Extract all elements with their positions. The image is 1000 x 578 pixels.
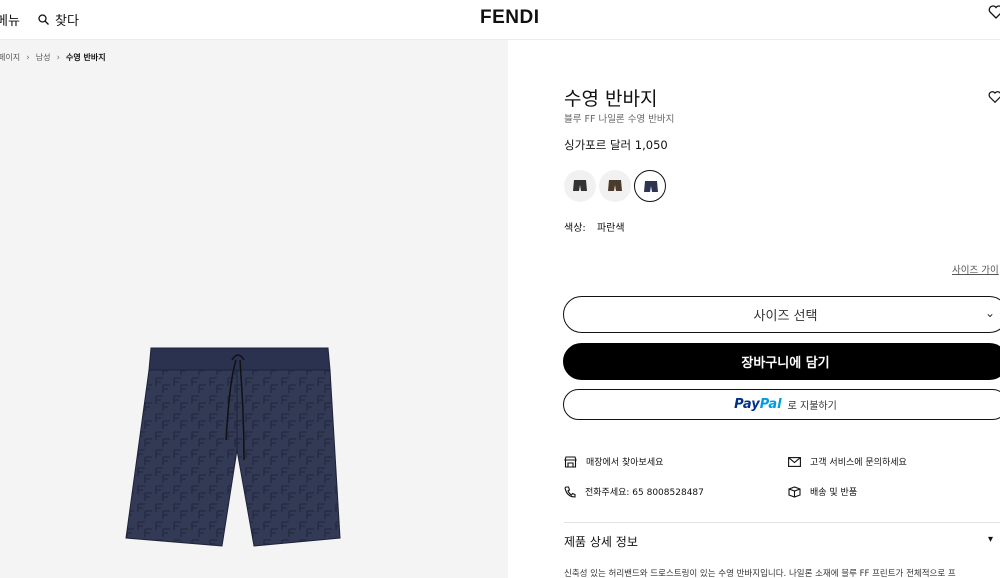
shipping-returns-link[interactable]: 배송 및 반품 [788,485,857,498]
brand-logo[interactable]: FENDI [480,7,540,29]
swatch-blue-selected[interactable] [634,170,666,202]
paypal-logo: PayPal [734,397,782,412]
phone-contact-link[interactable]: 전화주세요: 65 8008528487 [564,485,704,498]
chevron-down-icon: ⌄ [984,306,995,320]
store-icon [564,455,577,468]
shorts-thumbnail-icon [644,181,658,192]
paypal-label: 로 지불하기 [787,401,837,412]
search-icon [38,14,49,25]
product-details-text: 신축성 있는 허리밴드와 드로스트링이 있는 수영 반바지입니다. 나일론 소재… [564,569,956,578]
search-button[interactable]: 찾다 [38,10,79,29]
chevron-right-icon: › [26,52,30,63]
color-label: 색상: [564,223,586,234]
menu-label: 메뉴 [0,14,20,29]
section-divider [564,522,1000,523]
product-gallery: 페이지 › 남성 › 수영 반바지 [0,40,508,578]
shipping-box-icon [788,485,801,498]
wishlist-heart-icon[interactable] [988,4,1000,20]
add-to-wishlist-heart-icon[interactable] [988,90,1000,104]
product-subtitle: 블루 FF 나일론 수영 반바지 [564,114,675,125]
product-details-heading[interactable]: 제품 상세 정보 [564,533,638,550]
color-swatches [564,170,669,202]
find-in-store-label: 매장에서 찾아보세요 [586,458,664,468]
swatch-black[interactable] [564,170,596,202]
customer-service-link[interactable]: 고객 서비스에 문의하세요 [788,455,907,468]
search-label: 찾다 [55,14,79,29]
phone-contact-label: 전화주세요: 65 8008528487 [585,488,704,498]
size-guide-link[interactable]: 사이즈 가이 [952,262,999,276]
find-in-store-link[interactable]: 매장에서 찾아보세요 [564,455,663,468]
product-title: 수영 반바지 [564,88,658,110]
chevron-right-icon: › [56,52,61,63]
phone-icon [564,485,576,498]
swatch-brown[interactable] [599,170,631,202]
product-image[interactable] [118,340,343,578]
add-to-cart-button[interactable]: 장바구니에 담기 [563,343,1000,380]
paypal-button[interactable]: PayPal 로 지불하기 [563,389,1000,420]
site-header: 메뉴 찾다 FENDI [0,0,1000,40]
color-info: 색상: 파란색 [564,219,625,234]
chevron-down-icon[interactable]: ▾ [988,534,993,545]
menu-button[interactable]: 메뉴 [0,10,20,29]
size-select-dropdown[interactable]: 사이즈 선택 ⌄ [563,296,1000,333]
customer-service-label: 고객 서비스에 문의하세요 [810,458,907,468]
breadcrumb-item-men[interactable]: 남성 [36,52,51,63]
mail-icon [788,456,801,467]
shorts-thumbnail-icon [608,180,622,191]
shorts-thumbnail-icon [573,180,587,191]
shipping-returns-label: 배송 및 반품 [810,488,858,498]
breadcrumb: 페이지 › 남성 › 수영 반바지 [0,52,106,63]
breadcrumb-item-root[interactable]: 페이지 [0,52,20,63]
size-select-label: 사이즈 선택 [753,309,818,324]
breadcrumb-item-current: 수영 반바지 [66,53,106,62]
add-to-cart-label: 장바구니에 담기 [741,356,830,371]
product-price: 싱가포르 달러 1,050 [564,138,668,152]
product-info-panel: 수영 반바지 블루 FF 나일론 수영 반바지 싱가포르 달러 1,050 색상… [508,40,1000,578]
color-value: 파란색 [596,223,625,234]
